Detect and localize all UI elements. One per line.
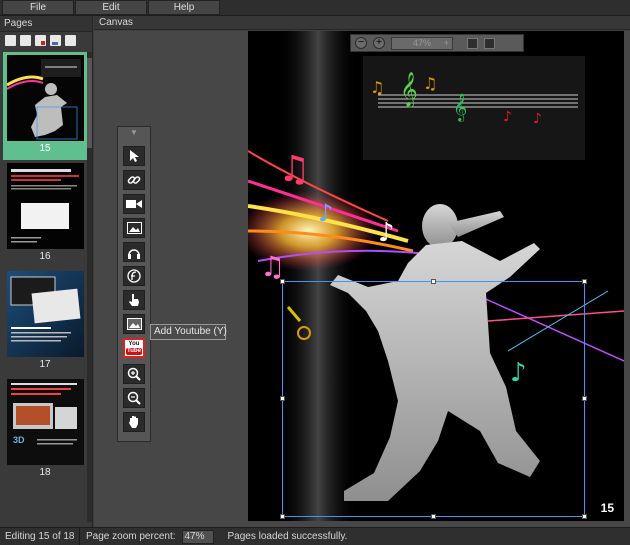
image-tool[interactable] [123,218,145,238]
svg-text:♪: ♪ [378,218,395,248]
zoom-out-tool[interactable] [123,388,145,408]
flash-tool[interactable] [123,266,145,286]
page-number: 17 [39,359,51,370]
hotspot-tool[interactable] [123,290,145,310]
image-icon [126,222,142,234]
page-thumb-item[interactable]: 17 [3,268,87,376]
resize-handle[interactable] [431,279,436,284]
canvas-panel-title: Canvas [94,16,630,30]
youtube-tube-text: Tube [126,348,142,355]
zoom-in-button[interactable]: + [373,37,385,49]
flash-icon [127,269,141,283]
pages-scrollbar[interactable] [87,52,92,522]
link-icon [127,176,141,184]
tool-palette: ▼ You Tube [117,126,151,442]
zoom-percent-value: 47% [412,37,431,48]
youtube-tool[interactable]: You Tube [123,338,145,358]
pages-panel-title: Pages [0,16,92,32]
import-page-icon[interactable] [50,35,61,46]
svg-text:♫: ♫ [278,149,310,190]
zoom-out-icon [127,391,141,405]
select-tool[interactable] [123,146,145,166]
resize-handle[interactable] [582,514,587,519]
zoom-increment[interactable]: + [444,38,449,49]
svg-text:♫: ♫ [370,78,384,97]
picture-tool[interactable] [123,314,145,334]
duplicate-page-icon[interactable] [20,35,31,46]
pages-scroll-thumb[interactable] [87,58,92,148]
resize-handle[interactable] [280,396,285,401]
page-number: 18 [39,467,51,478]
page-thumbnail [7,55,84,141]
svg-text:♪: ♪ [503,109,512,125]
page-thumbnail: 3D [7,379,84,465]
status-bar: Editing 15 of 18 Page zoom percent: 47% … [0,527,630,545]
svg-text:♪: ♪ [533,111,542,127]
zoom-in-tool[interactable] [123,364,145,384]
fit-page-button[interactable] [467,37,478,49]
audio-headphones-icon [128,248,140,259]
menu-help[interactable]: Help [148,0,220,15]
page-thumbnail [7,163,84,249]
video-tool[interactable] [123,194,145,214]
page-list: 15 16 17 3D 18 [3,52,87,522]
svg-text:♫: ♫ [423,74,437,93]
zoom-in-icon [127,367,141,381]
menu-edit[interactable]: Edit [75,0,147,15]
page-number-badge: 15 [600,501,614,515]
page-number: 16 [39,251,51,262]
resize-handle[interactable] [431,514,436,519]
zoom-label: Page zoom percent: [86,530,176,542]
youtube-you-text: You [128,341,140,347]
video-icon [126,200,142,208]
resize-handle[interactable] [582,279,587,284]
zoom-percent-field[interactable]: 47% + [391,36,453,50]
new-page-icon[interactable] [5,35,16,46]
resize-handle[interactable] [582,396,587,401]
resize-handle[interactable] [280,279,285,284]
menu-bar: File Edit Help [0,0,630,16]
audio-tool[interactable] [123,242,145,262]
svg-text:♪: ♪ [318,199,333,227]
page-number: 15 [39,143,51,154]
fit-width-button[interactable] [484,37,495,49]
youtube-tooltip: Add Youtube (Y) [150,324,227,340]
menu-file[interactable]: File [2,0,74,15]
page-toolbar [0,32,92,48]
link-tool[interactable] [123,170,145,190]
picture-icon [126,318,142,330]
resize-handle[interactable] [280,514,285,519]
hand-pointer-icon [129,294,139,306]
editing-status: Editing 15 of 18 [0,527,80,545]
zoom-bar: − + 47% + [350,34,524,52]
svg-text:𝄞: 𝄞 [400,72,418,108]
svg-text:3D: 3D [13,435,25,445]
page-thumb-item[interactable]: 16 [3,160,87,268]
zoom-out-button[interactable]: − [355,37,367,49]
pan-hand-icon [128,416,138,428]
youtube-icon: You Tube [126,341,142,355]
status-message: Pages loaded successfully. [227,531,348,542]
page-thumbnail [7,271,84,357]
svg-text:𝄞: 𝄞 [453,93,467,122]
pages-panel: Pages 15 16 17 3D 18 [0,16,93,527]
page-thumb-item[interactable]: 3D 18 [3,376,87,484]
select-arrow-icon [130,150,139,162]
zoom-value-field[interactable]: 47% [181,529,214,544]
pan-tool[interactable] [123,412,145,432]
delete-page-icon[interactable] [35,35,46,46]
collapse-arrow-icon[interactable]: ▼ [118,127,150,141]
page-thumb-item[interactable]: 15 [3,52,87,160]
selected-element-frame[interactable] [280,279,587,519]
page-settings-icon[interactable] [65,35,76,46]
